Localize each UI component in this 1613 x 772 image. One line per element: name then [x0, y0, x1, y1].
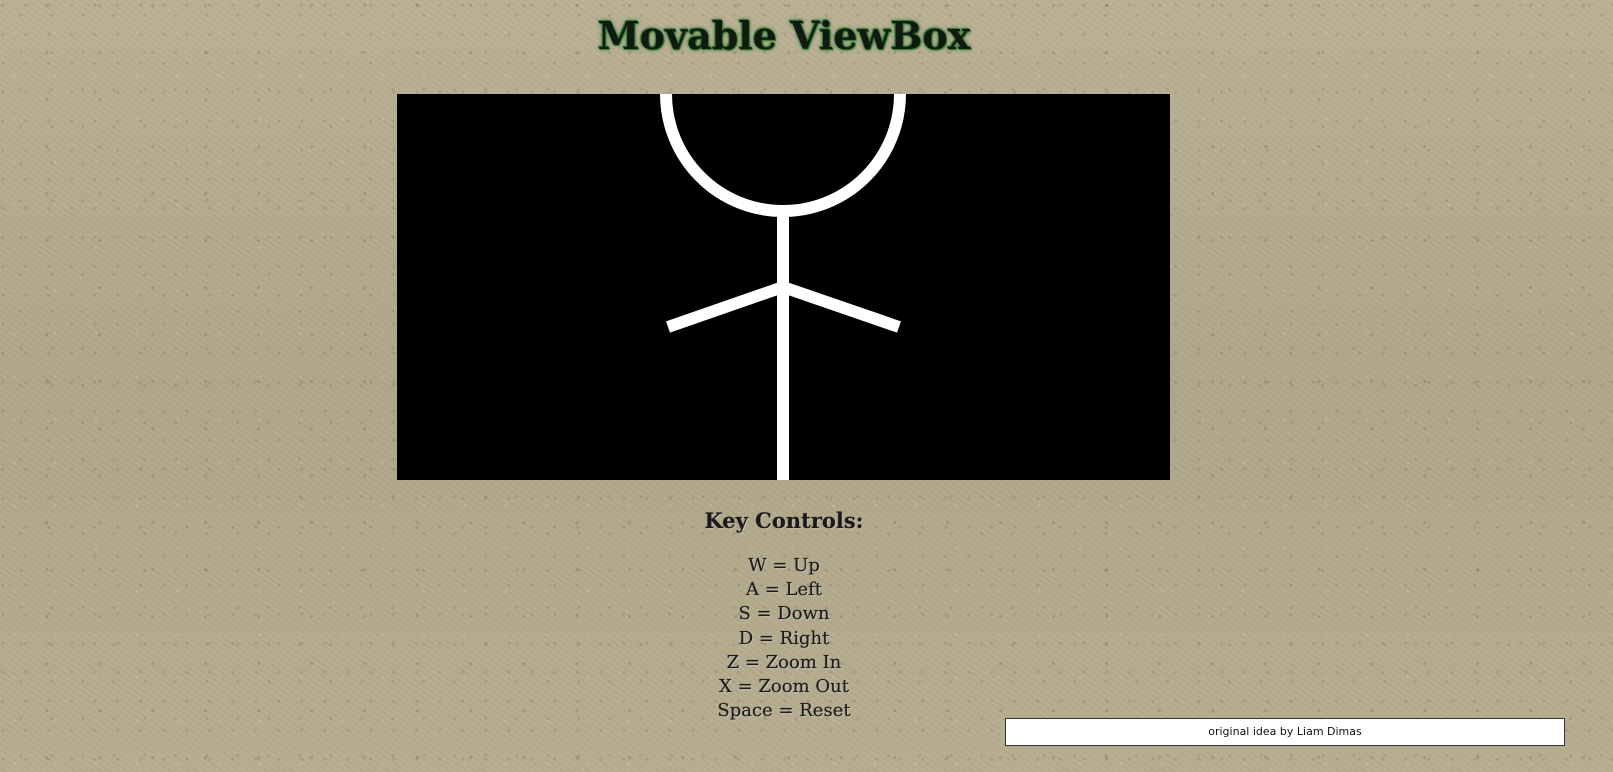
stick-figure-svg: [660, 94, 906, 480]
key-controls-list: W = Up A = Left S = Down D = Right Z = Z…: [0, 554, 1568, 723]
key-control-down: S = Down: [738, 603, 830, 625]
stick-figure-right-arm: [781, 281, 901, 333]
key-control-zoom-out: X = Zoom Out: [719, 676, 849, 698]
key-control-zoom-in: Z = Zoom In: [726, 651, 842, 673]
viewbox-stage[interactable]: [397, 94, 1170, 480]
key-control-up: W = Up: [748, 555, 820, 576]
stick-figure-left-arm: [666, 281, 785, 333]
stick-figure-head: [660, 94, 906, 217]
key-control-right: D = Right: [738, 627, 830, 649]
page-title: Movable ViewBox: [597, 13, 971, 58]
credit-note: original idea by Liam Dimas: [1005, 718, 1565, 746]
key-controls-panel: Key Controls: W = Up A = Left S = Down D…: [0, 506, 1568, 723]
key-controls-heading: Key Controls:: [704, 508, 864, 533]
key-control-left: A = Left: [745, 579, 823, 601]
